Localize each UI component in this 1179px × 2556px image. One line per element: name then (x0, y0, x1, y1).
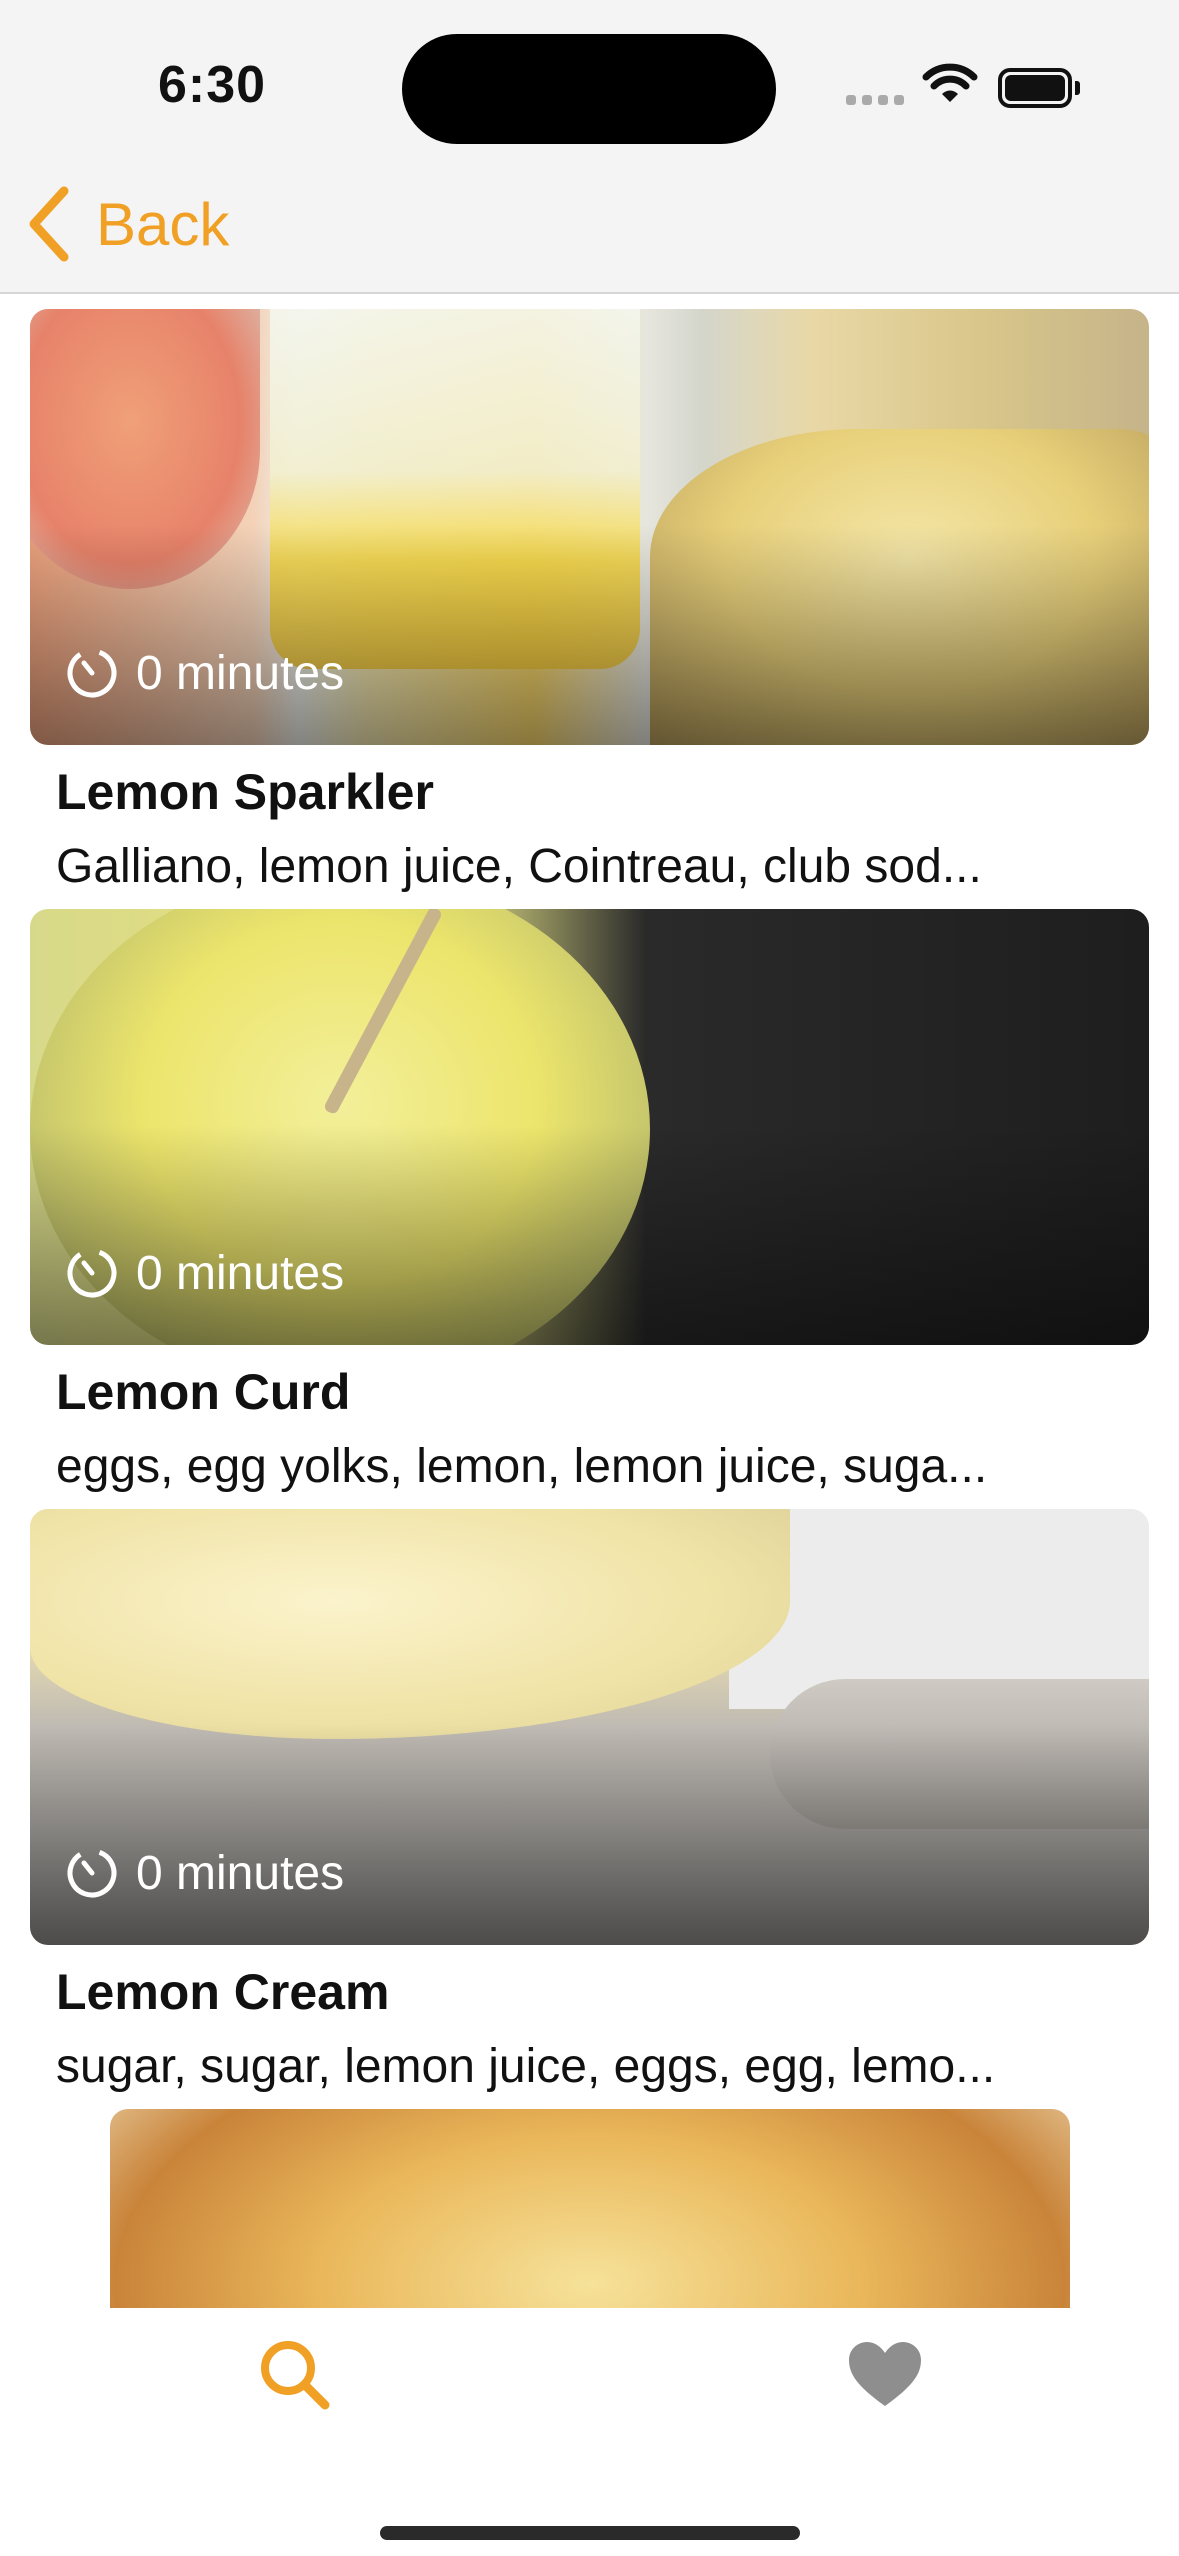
heart-icon (849, 2342, 921, 2406)
cook-time: 0 minutes (136, 1846, 345, 1900)
recipe-ingredients: eggs, egg yolks, lemon, lemon juice, sug… (56, 1440, 988, 1493)
back-button[interactable]: Back (24, 184, 229, 264)
recipe-list[interactable]: 0 minutes Lemon Sparkler Galliano, lemon… (0, 296, 1179, 2308)
timer-icon (67, 1848, 117, 1898)
recipe-card-lemon-curd[interactable]: 0 minutes Lemon Curd eggs, egg yolks, le… (30, 909, 1149, 1494)
recipe-image[interactable]: 0 minutes (30, 309, 1149, 745)
recipe-title: Lemon Sparkler (56, 764, 434, 820)
cook-time-badge: 0 minutes (64, 1245, 344, 1301)
cook-time-badge: 0 minutes (64, 645, 344, 701)
search-icon (261, 2341, 330, 2410)
cook-time: 0 minutes (136, 1246, 345, 1300)
tab-bar (0, 2308, 1179, 2556)
status-bar: 6:30 (0, 0, 1179, 150)
cook-time: 0 minutes (136, 646, 345, 700)
recipe-ingredients: Galliano, lemon juice, Cointreau, club s… (56, 840, 982, 893)
battery-icon (998, 68, 1080, 108)
dynamic-island (402, 34, 776, 144)
recipe-card-lemon-cream[interactable]: 0 minutes Lemon Cream sugar, sugar, lemo… (30, 1509, 1149, 2094)
recipe-title: Lemon Curd (56, 1364, 351, 1420)
recipe-image[interactable] (110, 2109, 1070, 2308)
tab-favorites[interactable] (840, 2330, 930, 2420)
home-indicator (380, 2526, 800, 2540)
tab-search[interactable] (250, 2330, 340, 2420)
recipe-image[interactable]: 0 minutes (30, 909, 1149, 1345)
recipe-card-lemon-sparkler[interactable]: 0 minutes Lemon Sparkler Galliano, lemon… (30, 309, 1149, 894)
timer-icon (67, 1248, 117, 1298)
recipe-ingredients: sugar, sugar, lemon juice, eggs, egg, le… (56, 2040, 996, 2093)
cook-time-badge: 0 minutes (64, 1845, 344, 1901)
back-label: Back (96, 190, 230, 258)
recipe-card-partial[interactable] (30, 2109, 1149, 2308)
timer-icon (67, 648, 117, 698)
cellular-signal-icon (846, 95, 906, 107)
recipe-title: Lemon Cream (56, 1964, 390, 2020)
wifi-icon (922, 63, 978, 102)
status-time: 6:30 (158, 56, 267, 114)
chevron-left-icon (29, 186, 69, 262)
navigation-bar: Back (0, 150, 1179, 294)
recipe-image[interactable]: 0 minutes (30, 1509, 1149, 1945)
